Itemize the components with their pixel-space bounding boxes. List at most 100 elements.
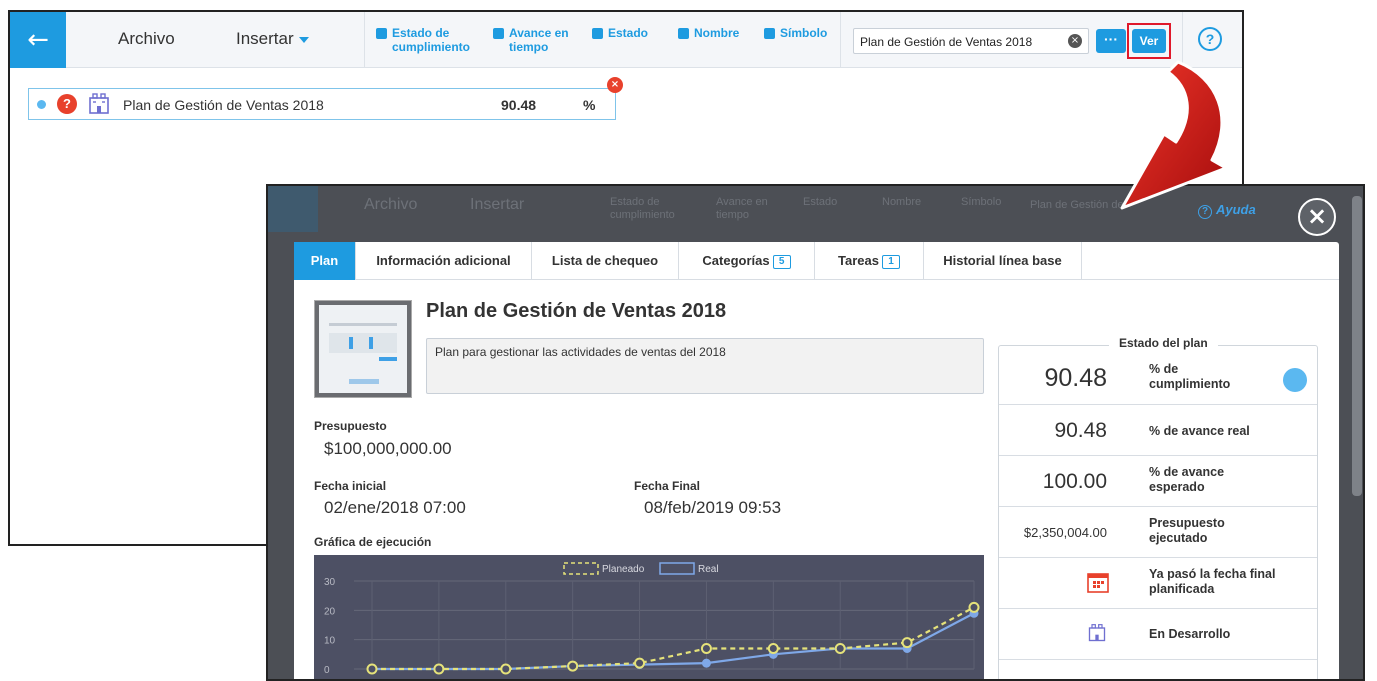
status-row-cumplimiento: 90.48 % de cumplimiento <box>999 354 1317 405</box>
status-label: En Desarrollo <box>1149 627 1231 641</box>
plan-title: Plan de Gestión de Ventas 2018 <box>426 300 727 322</box>
divider <box>364 12 365 68</box>
y-tick-label: 10 <box>324 636 336 647</box>
close-icon[interactable]: × <box>1298 198 1336 236</box>
calendar-icon <box>1087 571 1109 598</box>
tab-plan[interactable]: Plan <box>294 242 356 280</box>
screenshot-root: ← Archivo Insertar Estado de cumplimiento… <box>0 0 1377 681</box>
y-tick-label: 0 <box>324 665 330 676</box>
checkbox-icon <box>678 28 689 39</box>
scrollbar[interactable] <box>1352 196 1362 496</box>
red-curved-arrow <box>1120 60 1228 210</box>
legend-label: Real <box>698 564 719 575</box>
series-line-planeado <box>372 606 975 671</box>
plan-detail-dialog: Plan Información adicional Lista de cheq… <box>294 242 1339 679</box>
end-date-value: 08/feb/2019 09:53 <box>644 498 782 517</box>
toggle-nombre[interactable]: Nombre <box>678 26 739 40</box>
start-date-value: 02/ene/2018 07:00 <box>324 498 466 517</box>
legend-label: Planeado <box>602 564 645 575</box>
toggle-estado[interactable]: Estado <box>592 26 648 40</box>
tab-label: Categorías <box>702 253 770 268</box>
count-badge: 1 <box>881 254 900 269</box>
back-button[interactable]: ← <box>10 12 66 68</box>
help-icon[interactable]: ? <box>1198 27 1222 51</box>
plan-name: Plan de Gestión de Ventas 2018 <box>123 97 324 113</box>
search-input-value: Plan de Gestión de Ventas 2018 <box>860 35 1033 49</box>
tab-bar: Plan Información adicional Lista de cheq… <box>294 242 1339 280</box>
dimmed-menu-archivo: Archivo <box>364 196 418 213</box>
description-field[interactable]: Plan para gestionar las actividades de v… <box>426 338 984 394</box>
plan-list-item[interactable]: ? Plan de Gestión de Ventas 2018 90.48 %… <box>28 77 623 120</box>
execution-chart: 0 10 20 30 Planeado Real <box>314 555 984 679</box>
y-tick-label: 30 <box>324 577 336 588</box>
tab-historial-linea-base[interactable]: Historial línea base <box>924 242 1082 280</box>
toggle-estado-cumplimiento[interactable]: Estado de cumplimiento <box>376 26 470 54</box>
dimmed-toggle: Estado <box>803 196 838 208</box>
end-date-label: Fecha Final <box>634 479 701 493</box>
status-dot-icon <box>37 100 46 109</box>
chart-svg: 0 10 20 30 Planeado Real <box>324 562 980 676</box>
data-point-planeado <box>567 660 579 672</box>
toggle-avance-tiempo[interactable]: Avance en tiempo <box>493 26 569 54</box>
status-label: Ya pasó la fecha final planificada <box>1149 567 1276 596</box>
data-point-planeado <box>968 601 980 613</box>
status-value: 100.00 <box>1042 470 1107 493</box>
status-panel-title: Estado del plan <box>1109 336 1218 350</box>
tab-label: Historial línea base <box>943 253 1062 268</box>
data-point-planeado <box>700 642 712 654</box>
question-icon: ? <box>57 94 77 114</box>
tab-label: Información adicional <box>376 253 511 268</box>
series-line-real <box>372 612 975 671</box>
status-row-fecha-final: Ya pasó la fecha final planificada <box>999 558 1317 609</box>
chevron-down-icon <box>298 36 309 43</box>
plan-thumbnail <box>314 300 412 398</box>
tab-lista-chequeo[interactable]: Lista de chequeo <box>532 242 679 280</box>
toggle-simbolo[interactable]: Símbolo <box>764 26 827 40</box>
status-label: % de avance esperado <box>1149 465 1225 494</box>
data-point-planeado <box>901 637 913 649</box>
menu-insertar[interactable]: Insertar <box>236 29 309 49</box>
tab-categorias[interactable]: Categorías 5 <box>679 242 815 280</box>
status-label: % de cumplimiento <box>1149 362 1231 391</box>
status-row-presupuesto: $2,350,004.00 Presupuesto ejecutado <box>999 507 1317 558</box>
data-point-planeado <box>366 663 378 675</box>
toggle-label: Símbolo <box>780 26 828 40</box>
checkbox-icon <box>592 28 603 39</box>
legend-swatch <box>659 562 695 575</box>
tab-label: Lista de chequeo <box>551 253 659 268</box>
chart-title: Gráfica de ejecución <box>314 535 432 549</box>
checkbox-icon <box>764 28 775 39</box>
toggle-label-line2: cumplimiento <box>392 40 471 54</box>
tab-informacion-adicional[interactable]: Información adicional <box>356 242 532 280</box>
data-point-planeado <box>834 642 846 654</box>
tab-label: Tareas <box>838 253 879 268</box>
plan-status-panel: Estado del plan 90.48 % de cumplimiento … <box>998 336 1318 679</box>
y-tick-label: 20 <box>324 606 336 617</box>
legend-swatch <box>563 562 599 575</box>
tab-tareas[interactable]: Tareas 1 <box>815 242 924 280</box>
ver-button[interactable]: Ver <box>1132 29 1166 53</box>
toggle-label-line2: tiempo <box>509 40 549 54</box>
toggle-label: Nombre <box>694 26 740 40</box>
status-row-estado: En Desarrollo <box>999 609 1317 660</box>
divider <box>840 12 841 68</box>
toggle-label-line1: Avance en <box>509 26 569 40</box>
toggle-label-line1: Estado de <box>392 26 450 40</box>
search-input[interactable]: Plan de Gestión de Ventas 2018 × <box>853 28 1089 54</box>
toggle-label: Estado <box>608 26 649 40</box>
checkbox-icon <box>376 28 387 39</box>
data-point-planeado <box>634 657 646 669</box>
checkbox-icon <box>493 28 504 39</box>
tab-label: Plan <box>310 253 339 268</box>
dimmed-menu-insertar: Insertar <box>470 196 525 213</box>
clear-icon[interactable]: × <box>1068 34 1082 48</box>
menu-archivo[interactable]: Archivo <box>118 29 175 49</box>
remove-icon[interactable]: × <box>607 77 623 93</box>
dimmed-back-button <box>268 186 318 232</box>
data-point-planeado <box>433 663 445 675</box>
more-options-button[interactable]: ··· <box>1096 29 1126 53</box>
plan-value: 90.48 <box>501 97 537 113</box>
toolbar: ← Archivo Insertar Estado de cumplimiento… <box>10 12 1242 68</box>
status-row-avance-real: 90.48 % de avance real <box>999 405 1317 456</box>
budget-label: Presupuesto <box>314 419 387 433</box>
